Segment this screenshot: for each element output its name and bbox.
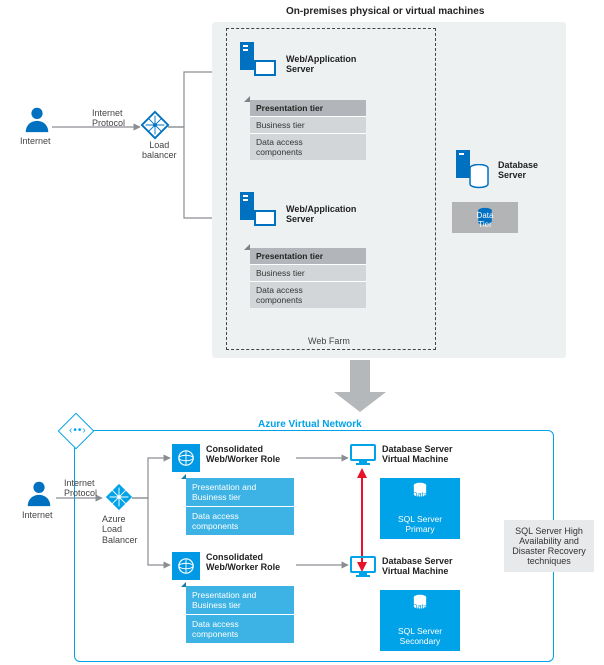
atier1-presbus: Presentation and Business tier	[186, 478, 294, 506]
business-tier-1: Business tier	[250, 116, 366, 133]
webapp-label-2: Web/Application Server	[286, 204, 356, 225]
atier2-presbus: Presentation and Business tier	[186, 586, 294, 614]
sql-secondary-label: SQL Server Secondary	[380, 626, 460, 646]
azure-lb-label: Azure Load Balancer	[102, 514, 138, 545]
webapp-icon-1	[254, 60, 276, 76]
data-tier-label-onprem: Data Tier	[452, 211, 518, 229]
webrole-icon-2	[172, 552, 200, 580]
sql-secondary-box: Data Tier SQL Server Secondary	[380, 590, 460, 651]
webrole-label-2: Consolidated Web/Worker Role	[206, 552, 280, 573]
data-tier-label-a1: Data Tier	[380, 490, 460, 508]
hadr-box: SQL Server High Availability and Disaste…	[504, 520, 594, 572]
presentation-tier-2: Presentation tier	[250, 248, 366, 264]
hadr-text: SQL Server High Availability and Disaste…	[512, 526, 586, 566]
azure-lb-icon	[104, 482, 134, 514]
db-vm-icon-2	[350, 556, 376, 580]
data-tier-box-onprem: Data Tier	[452, 202, 518, 233]
vnet-badge-dots: ‹••›	[69, 425, 87, 436]
business-tier-2: Business tier	[250, 264, 366, 281]
sql-primary-label: SQL Server Primary	[380, 514, 460, 534]
webrole-icon-1	[172, 444, 200, 472]
azure-tier-2: Presentation and Business tier Data acce…	[186, 586, 294, 643]
diagram-canvas: On-premises physical or virtual machines…	[0, 0, 604, 665]
atier2-dataaccess: Data access components	[186, 614, 294, 643]
data-tier-label-a2: Data Tier	[380, 602, 460, 620]
internet-label-bottom: Internet	[22, 510, 53, 520]
onprem-title: On-premises physical or virtual machines	[286, 6, 484, 18]
tier-stack-1: Presentation tier Business tier Data acc…	[250, 100, 366, 160]
tier-stack-2: Presentation tier Business tier Data acc…	[250, 248, 366, 308]
database-icon-onprem	[468, 164, 490, 192]
lb-label-top: Load balancer	[142, 140, 177, 161]
azure-tier-1: Presentation and Business tier Data acce…	[186, 478, 294, 535]
user-icon	[22, 104, 52, 136]
presentation-tier-1: Presentation tier	[250, 100, 366, 116]
user-icon-bottom	[24, 478, 54, 510]
azure-vnet-box	[74, 430, 554, 662]
azure-vnet-title: Azure Virtual Network	[258, 419, 362, 431]
internet-protocol-label: Internet Protocol	[92, 108, 125, 129]
sql-primary-box: Data Tier SQL Server Primary	[380, 478, 460, 539]
load-balancer-icon	[140, 110, 170, 142]
webfarm-label: Web Farm	[308, 336, 350, 346]
db-vm-label-1: Database Server Virtual Machine	[382, 444, 453, 465]
db-vm-label-2: Database Server Virtual Machine	[382, 556, 453, 577]
db-server-label: Database Server	[498, 160, 538, 181]
data-access-1: Data access components	[250, 133, 366, 160]
webapp-label-1: Web/Application Server	[286, 54, 356, 75]
webapp-icon-2	[254, 210, 276, 226]
internet-label-top: Internet	[20, 136, 51, 146]
internet-protocol-label-2: Internet Protocol	[64, 478, 97, 499]
db-vm-icon-1	[350, 444, 376, 468]
webrole-label-1: Consolidated Web/Worker Role	[206, 444, 280, 465]
atier1-dataaccess: Data access components	[186, 506, 294, 535]
data-access-2: Data access components	[250, 281, 366, 308]
